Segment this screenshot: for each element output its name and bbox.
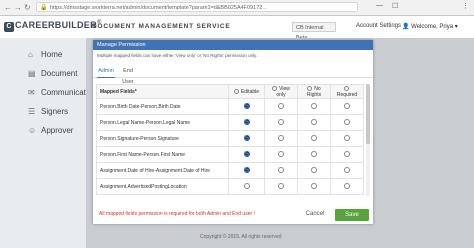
sidebar-item-label: Home	[41, 50, 63, 59]
logo-text: CAREERBUILDER	[15, 20, 97, 30]
radio-icon	[307, 85, 313, 91]
signers-icon: ☰	[28, 107, 36, 116]
required-radio[interactable]	[344, 151, 350, 158]
table-header-row: Mapped Fields* Editable View only No Rig…	[96, 84, 364, 99]
column-header-view-only[interactable]: View only	[264, 84, 298, 99]
view-only-radio[interactable]	[278, 135, 284, 142]
forward-icon[interactable]: →	[14, 3, 22, 12]
home-icon: ⌂	[28, 50, 33, 59]
no-rights-radio[interactable]	[311, 103, 317, 110]
address-bar[interactable]: 🔒 https://dmsstage.workterra.net/admin/d…	[36, 2, 358, 12]
sidebar-item-label: Document	[41, 69, 78, 78]
no-rights-radio[interactable]	[311, 183, 317, 190]
app-header: C CAREERBUILDER® DOCUMENT MANAGEMENT SERV…	[0, 16, 474, 41]
mapped-field-name: Person.Birth Date-Person.Birth Date	[96, 98, 229, 115]
chevron-down-icon: ▾	[453, 24, 458, 30]
dialog-title: Manage Permission	[93, 40, 373, 50]
mapped-field-name: Assignment.AdvertisedPostingLocation	[96, 178, 229, 195]
table-row: Person.First Name-Person.First Name	[96, 146, 364, 163]
no-rights-radio[interactable]	[311, 135, 317, 142]
required-radio[interactable]	[344, 167, 350, 174]
dialog-note: Multiple mapped fields can have either '…	[97, 53, 258, 58]
radio-icon	[233, 88, 239, 94]
view-only-radio[interactable]	[278, 119, 284, 126]
column-header-mapped-fields: Mapped Fields*	[96, 84, 229, 99]
table-row: Person.Signature-Person.Signature	[96, 130, 364, 147]
careerbuilder-logo[interactable]: C CAREERBUILDER®	[4, 20, 102, 32]
editable-radio[interactable]	[243, 119, 250, 126]
user-icon: 👤	[402, 24, 412, 30]
required-radio[interactable]	[344, 135, 350, 142]
account-settings-link[interactable]: Account Settings	[356, 23, 401, 29]
refresh-icon[interactable]: ↻	[24, 3, 31, 12]
sidebar-item-home[interactable]: ⌂ Home	[0, 48, 86, 64]
view-only-radio[interactable]	[278, 103, 284, 110]
environment-select[interactable]: CB Internal Beta	[292, 22, 336, 41]
mapped-field-name: Person.Legal Name-Person.Legal Name	[96, 114, 229, 131]
view-only-radio[interactable]	[278, 183, 284, 190]
editable-radio[interactable]	[243, 151, 250, 158]
required-radio[interactable]	[344, 183, 350, 190]
tab-end-user[interactable]: End User	[117, 66, 139, 85]
radio-icon	[272, 85, 278, 91]
user-menu[interactable]: 👤 Welcome, Priya ▾	[402, 23, 458, 30]
back-icon[interactable]: ←	[4, 3, 12, 12]
minimize-icon[interactable]: —	[376, 2, 383, 9]
table-row: Assignment.Date of Hire-Assignment.Date …	[96, 162, 364, 179]
sidebar-item-signers[interactable]: ☰ Signers	[0, 105, 86, 121]
editable-radio[interactable]	[243, 135, 250, 142]
lock-icon: 🔒	[40, 5, 48, 11]
sidebar-item-label: Signers	[41, 107, 69, 116]
column-header-no-rights[interactable]: No Rights	[297, 84, 331, 99]
url-text: https://dmsstage.workterra.net/admin/doc…	[50, 5, 267, 11]
approver-icon: ☺	[28, 126, 37, 135]
logo-mark: C	[4, 22, 14, 32]
browser-toolbar: ← → ↻ 🔒 https://dmsstage.workterra.net/a…	[0, 0, 474, 16]
communication-icon: ✉	[28, 88, 35, 97]
permission-tabs: Admin End User	[93, 66, 373, 85]
table-scrollbar-thumb[interactable]	[366, 84, 370, 144]
sidebar-item-communication[interactable]: ✉ Communication	[0, 86, 97, 102]
page-title: DOCUMENT MANAGEMENT SERVICE	[92, 23, 231, 30]
no-rights-radio[interactable]	[311, 151, 317, 158]
copyright-text: Copyright © 2015. All rights reserved	[200, 234, 282, 240]
column-label: View only	[276, 85, 290, 98]
editable-radio[interactable]	[243, 167, 250, 174]
radio-icon	[343, 85, 349, 91]
column-label: Editable	[240, 88, 260, 95]
permission-table: Mapped Fields* Editable View only No Rig…	[96, 84, 364, 195]
editable-radio[interactable]	[243, 183, 250, 190]
validation-error: All mapped fields permission is required…	[99, 211, 255, 217]
table-row: Person.Birth Date-Person.Birth Date	[96, 98, 364, 115]
table-row: Person.Legal Name-Person.Legal Name	[96, 114, 364, 131]
mapped-field-name: Person.Signature-Person.Signature	[96, 130, 229, 147]
column-header-editable[interactable]: Editable	[228, 84, 265, 99]
column-label: Required	[336, 91, 358, 98]
save-button[interactable]: Save	[335, 209, 369, 221]
table-row: Assignment.AdvertisedPostingLocation	[96, 178, 364, 195]
manage-permission-dialog: Manage Permission Multiple mapped fields…	[93, 40, 373, 224]
no-rights-radio[interactable]	[311, 119, 317, 126]
view-only-radio[interactable]	[278, 167, 284, 174]
required-radio[interactable]	[344, 103, 350, 110]
document-icon: ▤	[28, 69, 36, 78]
editable-radio[interactable]	[243, 103, 250, 110]
sidebar-item-approver[interactable]: ☺ Approver	[0, 124, 86, 140]
browser-menu-icon[interactable]: ⋮	[462, 2, 469, 10]
view-only-radio[interactable]	[278, 151, 284, 158]
column-header-required[interactable]: Required	[330, 84, 364, 99]
no-rights-radio[interactable]	[311, 167, 317, 174]
sidebar: ⌂ Home ▤ Document ✉ Communication ☰ Sign…	[0, 38, 97, 248]
tab-admin[interactable]: Admin	[97, 66, 115, 78]
sidebar-item-document[interactable]: ▤ Document	[0, 67, 86, 83]
welcome-text: Welcome, Priya	[411, 24, 454, 30]
mapped-field-name: Person.First Name-Person.First Name	[96, 146, 229, 163]
maximize-icon[interactable]: ☐	[392, 2, 398, 10]
required-radio[interactable]	[344, 119, 350, 126]
mapped-field-name: Assignment.Date of Hire-Assignment.Date …	[96, 162, 229, 179]
sidebar-item-label: Approver	[41, 126, 74, 135]
cancel-button[interactable]: Cancel	[305, 208, 325, 220]
